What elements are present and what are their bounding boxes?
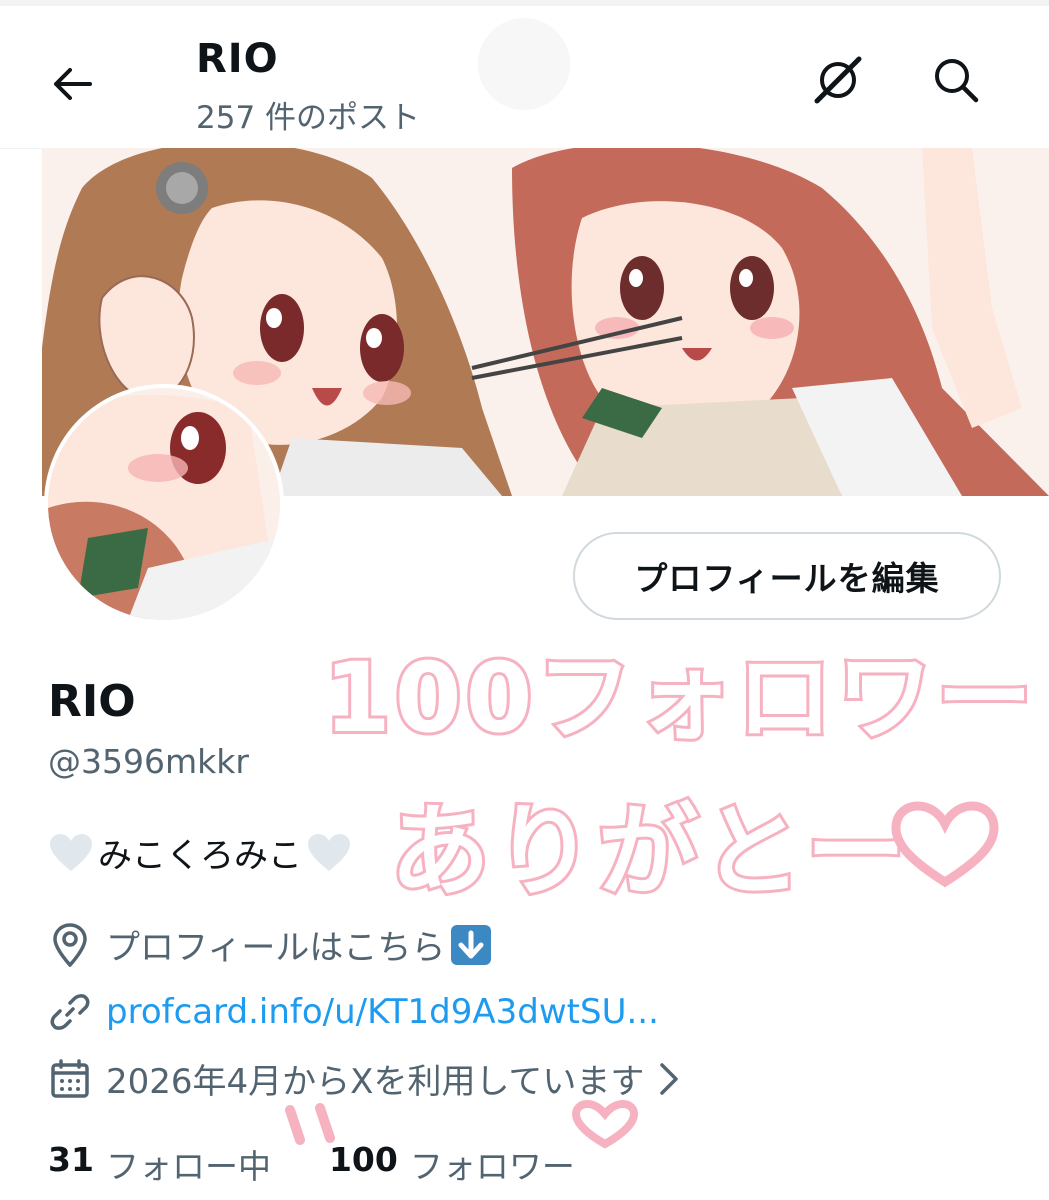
location-row: プロフィールはこちら [48, 920, 492, 969]
website-row: profcard.info/u/KT1d9A3dwtSU... [48, 990, 659, 1034]
search-button[interactable] [924, 48, 988, 112]
edit-profile-button[interactable]: プロフィールを編集 [573, 532, 1001, 620]
back-button[interactable] [40, 52, 104, 116]
followers-label: フォロワー [409, 1147, 575, 1186]
heart-icon [308, 833, 350, 871]
following-label: フォロー中 [105, 1147, 271, 1186]
handwritten-overlay: 100フォロワー ありがとー [285, 600, 1049, 1200]
overlay-heart-icon [891, 801, 999, 888]
location-text: プロフィールはこちら [106, 928, 446, 968]
overlay-line-2: ありがとー [387, 790, 910, 913]
avatar-image [48, 388, 280, 620]
overlay-line-1: 100フォロワー [321, 639, 1037, 757]
back-arrow-icon [54, 68, 92, 100]
search-icon [935, 59, 979, 103]
link-icon [48, 990, 92, 1034]
following-stat[interactable]: 31 フォロー中 [48, 1140, 271, 1188]
followers-count: 100 [328, 1140, 398, 1179]
joined-row[interactable]: 2026年4月からXを利用しています [48, 1054, 680, 1103]
post-count: 257 件のポスト [196, 100, 421, 136]
heart-icon [50, 833, 92, 871]
following-count: 31 [48, 1140, 94, 1179]
bio: みこくろみこ [48, 828, 352, 877]
joined-text: 2026年4月からXを利用しています [106, 1062, 645, 1102]
user-handle: @3596mkkr [48, 742, 249, 781]
followers-stat[interactable]: 100 フォロワー [329, 1140, 575, 1188]
display-name: RIO [48, 676, 136, 727]
calendar-icon [48, 1057, 92, 1101]
overlay-small-heart-icon [571, 1100, 639, 1149]
profile-header: RIO 257 件のポスト [0, 6, 1049, 149]
location-pin-icon [48, 922, 92, 967]
profile-avatar[interactable] [48, 388, 280, 620]
bio-text: みこくろみこ [98, 836, 302, 876]
down-arrow-emoji-icon [451, 924, 492, 965]
grok-button[interactable] [806, 48, 870, 112]
grok-icon [814, 56, 862, 104]
header-avatar-placeholder [478, 18, 570, 110]
header-title: RIO [196, 36, 279, 82]
follow-stats: 31 フォロー中 100 フォロワー [48, 1140, 575, 1188]
website-link[interactable]: profcard.info/u/KT1d9A3dwtSU... [106, 992, 659, 1032]
chevron-right-icon [658, 1062, 680, 1096]
